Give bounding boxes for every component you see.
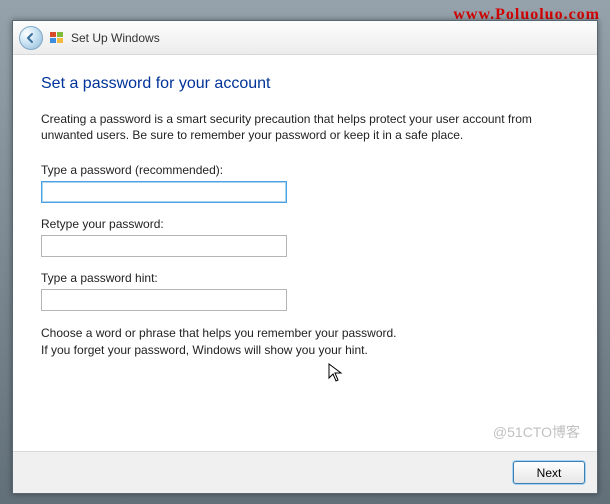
window-title: Set Up Windows [71,31,160,45]
app-icon [49,30,65,46]
watermark-bottom: @51CTO博客 [493,422,580,442]
password-label: Type a password (recommended): [41,163,569,177]
next-button[interactable]: Next [513,461,585,484]
retype-label: Retype your password: [41,217,569,231]
hint-help-line2: If you forget your password, Windows wil… [41,342,569,358]
password-input[interactable] [41,181,287,203]
retype-input[interactable] [41,235,287,257]
password-field-group: Type a password (recommended): [41,163,569,203]
page-heading: Set a password for your account [41,75,569,93]
hint-label: Type a password hint: [41,271,569,285]
back-arrow-icon [25,32,37,44]
titlebar: Set Up Windows [13,21,597,55]
intro-text: Creating a password is a smart security … [41,111,561,143]
hint-help-line1: Choose a word or phrase that helps you r… [41,325,569,341]
content-area: Set a password for your account Creating… [13,55,597,451]
hint-field-group: Type a password hint: [41,271,569,311]
hint-input[interactable] [41,289,287,311]
windows-flag-icon [49,30,65,46]
retype-field-group: Retype your password: [41,217,569,257]
footer-bar: Next [13,451,597,493]
back-button[interactable] [19,26,43,50]
